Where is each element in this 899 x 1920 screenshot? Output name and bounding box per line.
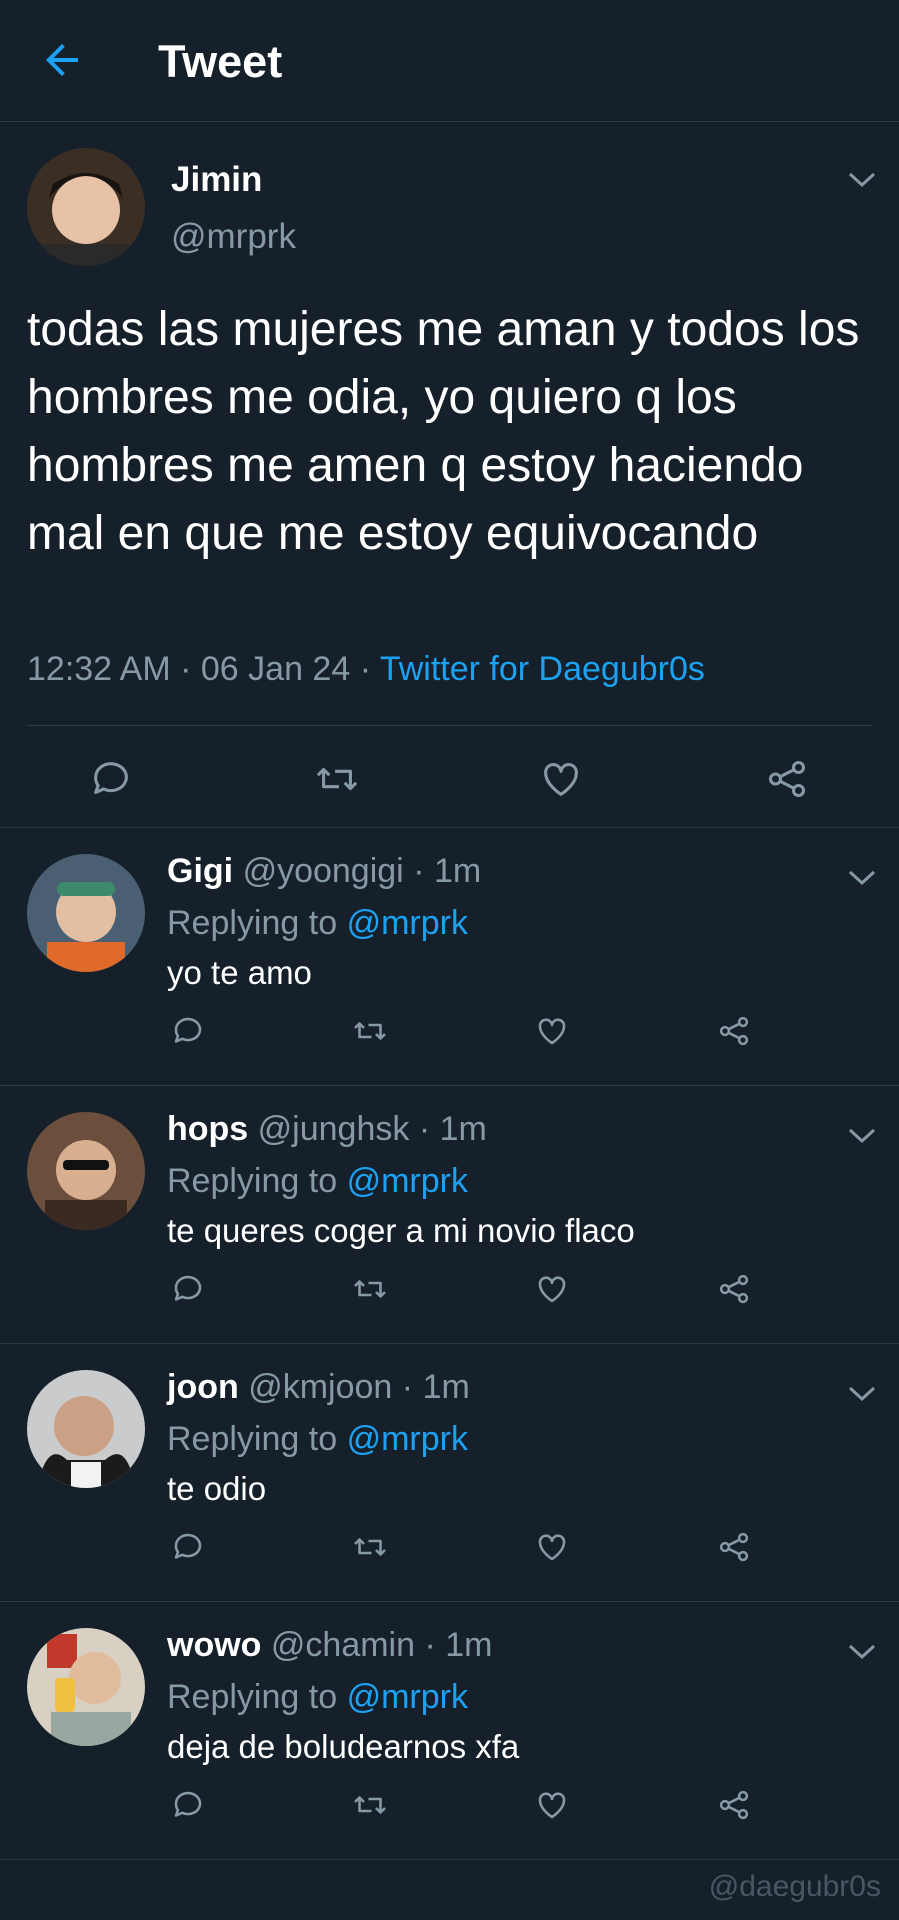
reply-header: wowo @chamin · 1m (167, 1626, 492, 1665)
dot-separator: · (401, 1368, 414, 1406)
replying-to-label: Replying to (167, 1162, 338, 1200)
avatar[interactable] (27, 1112, 145, 1230)
avatar[interactable] (27, 854, 145, 972)
replying-to-label: Replying to (167, 904, 338, 942)
page-title: Tweet (158, 36, 283, 87)
dot-separator: · (418, 1110, 431, 1148)
replying-to-mention[interactable]: @mrprk (347, 1678, 468, 1716)
reply-header: joon @kmjoon · 1m (167, 1368, 470, 1407)
tweet-source-link[interactable]: Twitter for Daegubr0s (380, 650, 705, 688)
reply-author-handle[interactable]: @chamin (271, 1626, 415, 1664)
reply-text: te odio (167, 1470, 267, 1507)
reply-author-name[interactable]: Gigi (167, 852, 233, 890)
replying-to-label: Replying to (167, 1420, 338, 1458)
reply-actions (0, 1529, 899, 1569)
reply-tweet[interactable]: Gigi @yoongigi · 1m Replying to @mrprk y… (0, 828, 899, 1086)
meta-separator: · (180, 650, 201, 688)
replying-to: Replying to @mrprk (167, 904, 468, 943)
tweet-time: 12:32 AM (27, 650, 171, 688)
reply-author-handle[interactable]: @junghsk (258, 1110, 410, 1148)
tweet-text: todas las mujeres me aman y todos los ho… (27, 303, 860, 560)
share-icon[interactable] (716, 1013, 752, 1049)
reply-age: 1m (445, 1626, 493, 1664)
reply-author-name[interactable]: joon (167, 1368, 239, 1406)
reply-author-name[interactable]: hops (167, 1110, 248, 1148)
reply-actions (0, 1013, 899, 1053)
divider (27, 725, 873, 726)
tweet-actions (0, 748, 899, 808)
reply-text: te queres coger a mi novio flaco (167, 1212, 635, 1249)
dot-separator: · (424, 1626, 436, 1664)
share-icon[interactable] (764, 756, 810, 802)
chevron-down-icon[interactable] (847, 1642, 877, 1662)
retweet-icon[interactable] (352, 1271, 388, 1307)
reply-actions (0, 1271, 899, 1311)
like-icon[interactable] (534, 1787, 570, 1823)
top-bar: Tweet (0, 0, 899, 122)
watermark: @daegubr0s (708, 1870, 881, 1903)
replying-to-mention[interactable]: @mrprk (347, 1162, 468, 1200)
reply-tweet[interactable]: hops @junghsk · 1m Replying to @mrprk te… (0, 1086, 899, 1344)
like-icon[interactable] (534, 1013, 570, 1049)
reply-header: Gigi @yoongigi · 1m (167, 852, 481, 891)
tweet-date: 06 Jan 24 (200, 650, 351, 688)
avatar[interactable] (27, 148, 145, 266)
reply-text: yo te amo (167, 954, 312, 991)
reply-icon[interactable] (170, 1787, 206, 1823)
tweet-meta: 12:32 AM · 06 Jan 24 · Twitter for Daegu… (27, 650, 705, 689)
reply-author-name[interactable]: wowo (167, 1626, 261, 1664)
replying-to: Replying to @mrprk (167, 1420, 468, 1459)
chevron-down-icon[interactable] (847, 1126, 877, 1146)
reply-age: 1m (433, 852, 482, 890)
share-icon[interactable] (716, 1271, 752, 1307)
like-icon[interactable] (534, 1271, 570, 1307)
reply-header: hops @junghsk · 1m (167, 1110, 487, 1149)
author-handle[interactable]: @mrprk (171, 217, 296, 257)
like-icon[interactable] (534, 1529, 570, 1565)
reply-tweet[interactable]: wowo @chamin · 1m Replying to @mrprk dej… (0, 1602, 899, 1860)
meta-separator: · (359, 650, 380, 688)
back-arrow-icon[interactable] (38, 36, 86, 84)
retweet-icon[interactable] (314, 756, 360, 802)
reply-author-handle[interactable]: @kmjoon (248, 1368, 392, 1406)
reply-icon[interactable] (170, 1013, 206, 1049)
replying-to: Replying to @mrprk (167, 1162, 468, 1201)
reply-age: 1m (422, 1368, 470, 1406)
main-tweet: Jimin @mrprk todas las mujeres me aman y… (0, 122, 899, 828)
share-icon[interactable] (716, 1787, 752, 1823)
reply-icon[interactable] (88, 756, 134, 802)
retweet-icon[interactable] (352, 1787, 388, 1823)
reply-icon[interactable] (170, 1271, 206, 1307)
reply-author-handle[interactable]: @yoongigi (243, 852, 404, 890)
author-name[interactable]: Jimin (171, 160, 262, 200)
reply-text: deja de boludearnos xfa (167, 1728, 520, 1765)
reply-tweet[interactable]: joon @kmjoon · 1m Replying to @mrprk te … (0, 1344, 899, 1602)
like-icon[interactable] (538, 756, 584, 802)
reply-actions (0, 1787, 899, 1827)
replying-to-label: Replying to (167, 1678, 338, 1716)
reply-age: 1m (439, 1110, 487, 1148)
reply-icon[interactable] (170, 1529, 206, 1565)
chevron-down-icon[interactable] (847, 170, 877, 190)
replying-to-mention[interactable]: @mrprk (347, 1420, 468, 1458)
chevron-down-icon[interactable] (847, 868, 877, 888)
dot-separator: · (413, 852, 425, 890)
avatar[interactable] (27, 1370, 145, 1488)
retweet-icon[interactable] (352, 1529, 388, 1565)
replying-to-mention[interactable]: @mrprk (347, 904, 468, 942)
retweet-icon[interactable] (352, 1013, 388, 1049)
avatar[interactable] (27, 1628, 145, 1746)
share-icon[interactable] (716, 1529, 752, 1565)
replying-to: Replying to @mrprk (167, 1678, 468, 1717)
chevron-down-icon[interactable] (847, 1384, 877, 1404)
